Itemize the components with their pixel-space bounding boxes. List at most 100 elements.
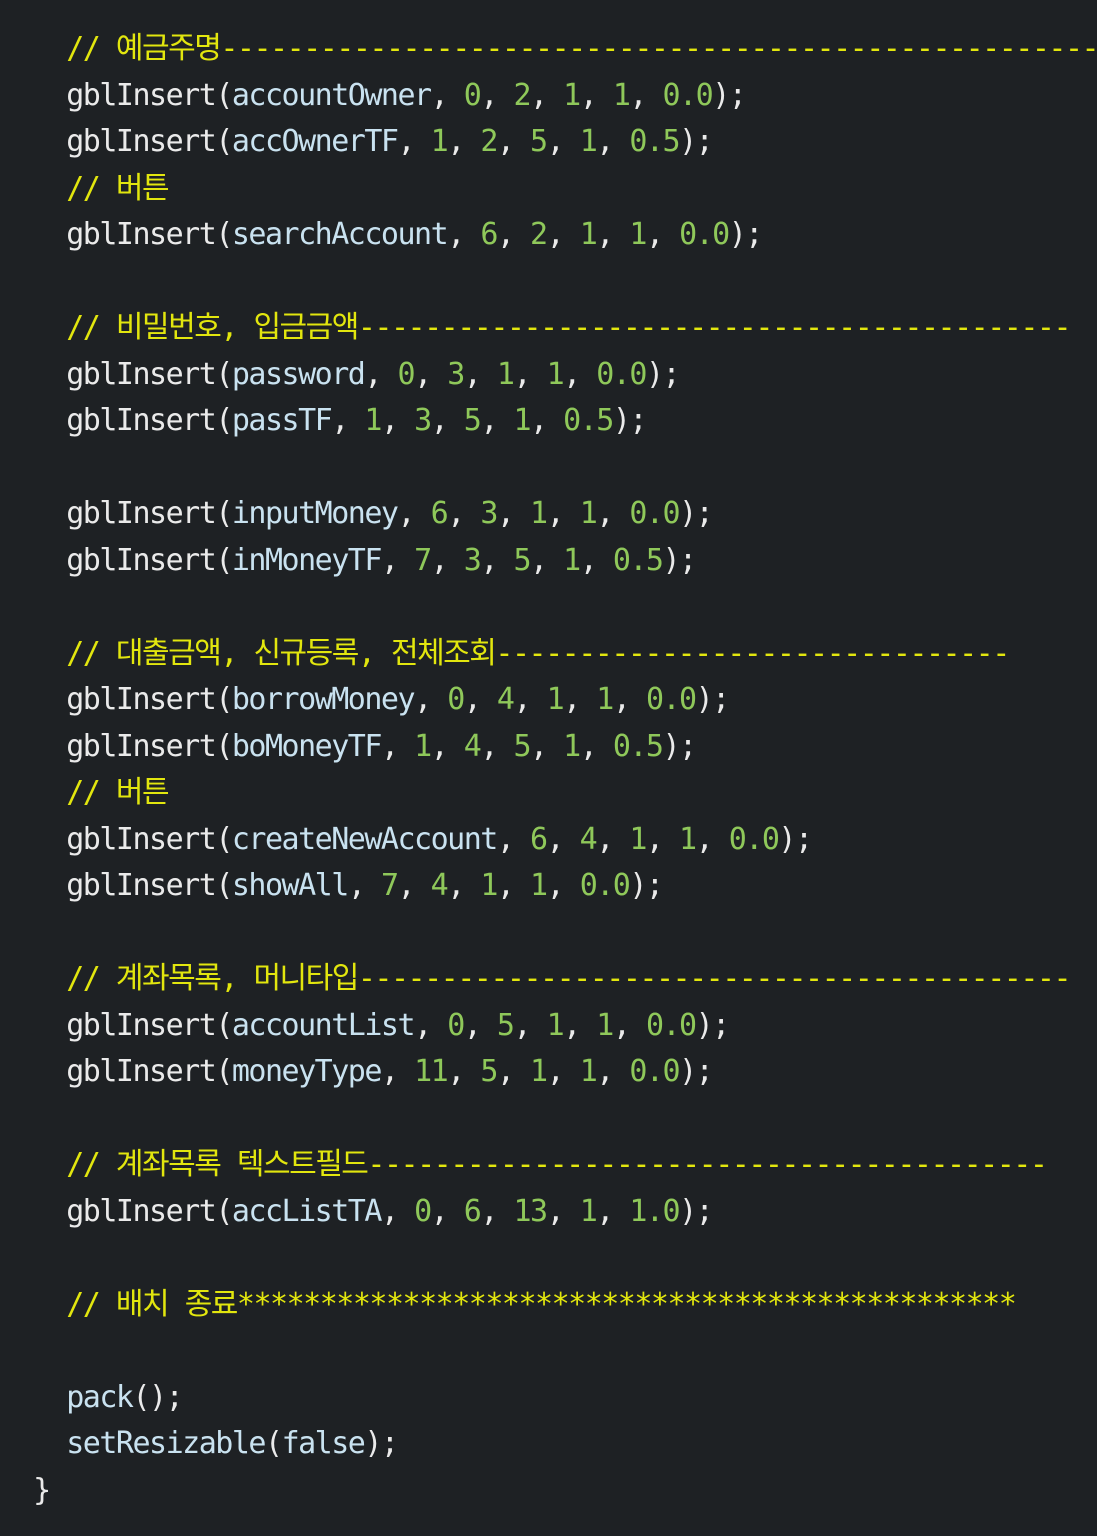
code-line[interactable]: gblInsert(inMoneyTF, 7, 3, 5, 1, 0.5); <box>0 538 1097 585</box>
number-literal: 1 <box>579 1054 598 1089</box>
punctuation: ( <box>215 356 233 392</box>
number-literal: 3 <box>480 496 498 531</box>
punctuation: , <box>397 124 431 159</box>
punctuation: ); <box>629 868 664 903</box>
number-literal: 1 <box>530 1054 548 1089</box>
code-line[interactable]: gblInsert(accountList, 0, 5, 1, 1, 0.0); <box>0 1003 1097 1050</box>
punctuation: , <box>480 1193 514 1229</box>
code-line[interactable] <box>0 445 1097 492</box>
function-name: gblInsert <box>66 124 217 159</box>
number-literal: 3 <box>447 356 465 392</box>
number-literal: 1 <box>563 77 581 113</box>
punctuation: , <box>513 1007 547 1043</box>
code-line[interactable]: // 비밀번호, 입금금액---------------------------… <box>0 305 1097 352</box>
code-line[interactable]: // 계좌목록 텍스트필드---------------------------… <box>0 1142 1097 1189</box>
code-line[interactable]: gblInsert(searchAccount, 6, 2, 1, 1, 0.0… <box>0 212 1097 259</box>
code-line[interactable]: gblInsert(boMoneyTF, 1, 4, 5, 1, 0.5); <box>0 724 1097 771</box>
number-literal: 1 <box>546 356 565 392</box>
punctuation: , <box>546 496 580 531</box>
identifier: setResizable <box>66 1426 266 1461</box>
punctuation: , <box>347 868 381 903</box>
code-line[interactable]: setResizable(false); <box>0 1421 1097 1468</box>
punctuation: ); <box>662 728 698 764</box>
code-line[interactable]: gblInsert(accOwnerTF, 1, 2, 5, 1, 0.5); <box>0 119 1097 166</box>
number-literal: 1 <box>579 1193 598 1229</box>
code-line[interactable] <box>0 584 1097 631</box>
function-name: gblInsert <box>66 496 217 531</box>
code-line[interactable]: pack(); <box>0 1375 1097 1422</box>
function-name: gblInsert <box>66 77 217 113</box>
code-line[interactable] <box>0 259 1097 306</box>
function-name: gblInsert <box>66 542 217 578</box>
punctuation: , <box>645 821 680 857</box>
code-line[interactable] <box>0 910 1097 957</box>
code-line[interactable]: gblInsert(borrowMoney, 0, 4, 1, 1, 0.0); <box>0 677 1097 724</box>
identifier: accountOwner <box>231 77 432 113</box>
punctuation: , <box>496 217 530 252</box>
punctuation: ( <box>215 1193 233 1229</box>
code-line[interactable]: // 대출금액, 신규등록, 전체조회---------------------… <box>0 631 1097 678</box>
code-line[interactable]: gblInsert(accListTA, 0, 6, 13, 1, 1.0); <box>0 1189 1097 1236</box>
identifier: pack <box>66 1379 134 1415</box>
punctuation: , <box>496 868 530 903</box>
code-line[interactable]: // 계좌목록, 머니타입---------------------------… <box>0 956 1097 1003</box>
punctuation: ( <box>215 403 233 438</box>
punctuation: , <box>596 217 630 252</box>
punctuation: , <box>546 124 580 159</box>
code-line[interactable] <box>0 1096 1097 1143</box>
code-line[interactable]: } <box>0 1468 1097 1515</box>
punctuation: , <box>629 77 663 113</box>
number-literal: 11 <box>414 1054 449 1089</box>
number-literal: 6 <box>529 821 548 857</box>
code-line[interactable] <box>0 1235 1097 1282</box>
punctuation: , <box>480 542 514 578</box>
number-literal: 1 <box>563 728 581 764</box>
number-literal: 0.0 <box>629 496 680 531</box>
punctuation: , <box>380 1193 415 1229</box>
function-name: gblInsert <box>66 403 217 438</box>
number-literal: 5 <box>463 403 482 438</box>
number-literal: 2 <box>530 217 548 252</box>
punctuation: ); <box>679 1054 714 1089</box>
identifier: boMoneyTF <box>231 728 383 764</box>
code-line[interactable]: gblInsert(moneyType, 11, 5, 1, 1, 0.0); <box>0 1049 1097 1096</box>
code-line[interactable]: gblInsert(inputMoney, 6, 3, 1, 1, 0.0); <box>0 491 1097 538</box>
punctuation: , <box>380 403 415 438</box>
code-line[interactable] <box>0 1328 1097 1375</box>
function-name: gblInsert <box>66 1054 217 1089</box>
number-literal: 0 <box>447 1007 465 1043</box>
code-line[interactable]: // 버튼 <box>0 166 1097 213</box>
punctuation: , <box>530 77 564 113</box>
number-literal: 1 <box>530 496 548 531</box>
code-line[interactable]: gblInsert(passTF, 1, 3, 5, 1, 0.5); <box>0 398 1097 445</box>
punctuation: ); <box>679 496 714 531</box>
code-line[interactable]: gblInsert(createNewAccount, 6, 4, 1, 1, … <box>0 817 1097 864</box>
code-line[interactable]: // 예금주명---------------------------------… <box>0 26 1097 73</box>
code-line[interactable]: // 버튼 <box>0 770 1097 817</box>
code-line[interactable]: // 배치 종료********************************… <box>0 1282 1097 1329</box>
number-literal: 3 <box>414 403 432 438</box>
code-editor[interactable]: // 예금주명---------------------------------… <box>0 0 1097 1536</box>
number-literal: 1 <box>629 217 647 252</box>
number-literal: 3 <box>463 542 482 578</box>
code-line[interactable]: gblInsert(showAll, 7, 4, 1, 1, 0.0); <box>0 863 1097 910</box>
punctuation: , <box>463 1007 497 1043</box>
punctuation: , <box>447 868 481 903</box>
code-line[interactable]: gblInsert(accountOwner, 0, 2, 1, 1, 0.0)… <box>0 73 1097 120</box>
punctuation: , <box>447 496 481 531</box>
identifier: inputMoney <box>231 496 399 531</box>
punctuation: , <box>414 356 448 392</box>
code-lines[interactable]: // 예금주명---------------------------------… <box>0 26 1097 1514</box>
punctuation: , <box>430 403 464 438</box>
code-line[interactable]: gblInsert(password, 0, 3, 1, 1, 0.0); <box>0 352 1097 399</box>
